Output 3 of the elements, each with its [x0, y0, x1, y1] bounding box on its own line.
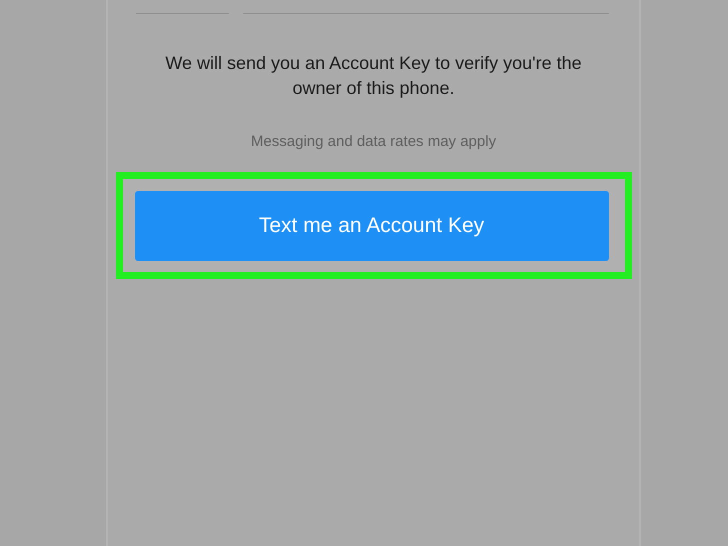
info-text: We will send you an Account Key to verify you're the owner of this phone. [164, 52, 583, 100]
rates-note: Messaging and data rates may apply [250, 133, 496, 150]
send-key-button[interactable]: Text me an Account Key [134, 190, 608, 260]
